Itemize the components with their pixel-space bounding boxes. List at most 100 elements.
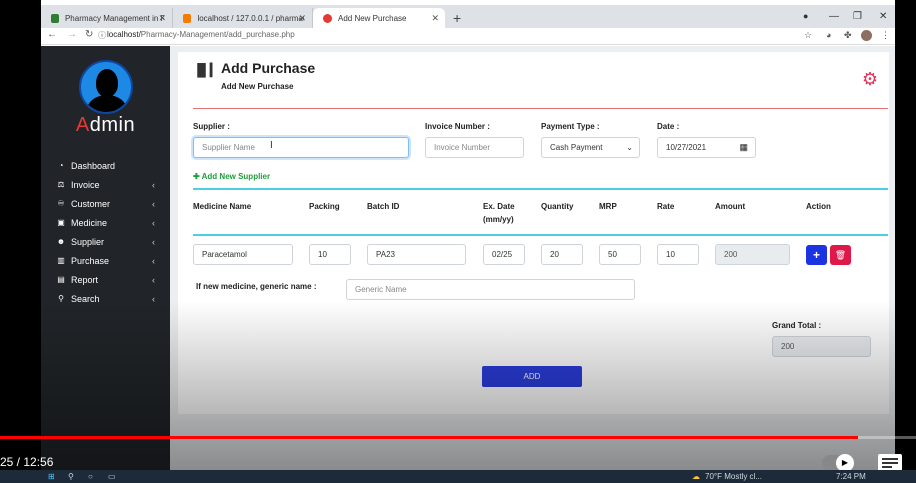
autoplay-toggle[interactable]: ▶ [822, 454, 854, 472]
header-batch-id: Batch ID [367, 202, 400, 211]
sidebar-item-purchase[interactable]: ▥ Purchase ‹ [55, 251, 165, 270]
date-label: Date : [657, 122, 680, 131]
tab-pharmacy-php[interactable]: Pharmacy Management in PHP ✕ [41, 8, 173, 28]
captions-icon[interactable] [878, 454, 902, 471]
weather-icon: ☁ [692, 472, 700, 481]
video-progress-fill[interactable] [0, 436, 859, 439]
page-subtitle: Add New Purchase [221, 82, 294, 91]
delete-row-button[interactable]: 🗑 [830, 245, 851, 265]
payment-type-label: Payment Type : [541, 122, 600, 131]
calendar-icon[interactable]: ▦ [739, 142, 748, 153]
address-bar-row: ← → ↻ ⓘ localhost/Pharmacy-Management/ad… [41, 28, 895, 45]
chevron-left-icon: ‹ [152, 179, 155, 190]
reload-icon[interactable]: ↻ [85, 29, 93, 40]
text-cursor-icon: I [270, 140, 273, 151]
header-quantity: Quantity [541, 202, 574, 211]
sidebar-item-dashboard[interactable]: ◔ Dashboard [55, 156, 165, 175]
url-field[interactable]: localhost/Pharmacy-Management/add_purcha… [107, 30, 295, 39]
chevron-left-icon: ‹ [152, 293, 155, 304]
sidebar-item-invoice[interactable]: ⚖ Invoice ‹ [55, 175, 165, 194]
tab-phpmyadmin[interactable]: localhost / 127.0.0.1 / pharmacy ✕ [173, 8, 313, 28]
chevron-left-icon: ‹ [152, 255, 155, 266]
handshake-icon: ♾ [57, 199, 65, 208]
add-purchase-button[interactable]: ADD [482, 366, 582, 387]
add-row-button[interactable]: + [806, 245, 827, 265]
leaf-icon [51, 13, 59, 23]
grand-total-field: 200 [772, 336, 871, 357]
date-input[interactable]: 10/27/2021 ▦ [657, 137, 756, 158]
add-new-supplier-link[interactable]: ✚ Add New Supplier [193, 172, 270, 181]
profile-avatar[interactable] [861, 30, 872, 41]
close-icon[interactable]: ✕ [298, 13, 306, 24]
gear-icon[interactable]: ⚙ [860, 69, 880, 89]
record-icon[interactable]: ● [803, 11, 808, 21]
expiry-date-input[interactable]: 02/25 [483, 244, 525, 265]
sidebar-item-search[interactable]: ⚲ Search ‹ [55, 289, 165, 308]
chevron-left-icon: ‹ [152, 236, 155, 247]
windows-taskbar: ⊞ ⚲ ○ ▭ ☁ 70°F Mostly cl... 7:24 PM [0, 470, 916, 483]
restore-icon[interactable]: ❐ [853, 11, 862, 22]
header-amount: Amount [715, 202, 746, 211]
header-action: Action [806, 202, 831, 211]
sidebar-item-medicine[interactable]: ▣ Medicine ‹ [55, 213, 165, 232]
packing-input[interactable]: 10 [309, 244, 351, 265]
browser-window: Pharmacy Management in PHP ✕ localhost /… [41, 0, 895, 470]
sidebar-item-customer[interactable]: ♾ Customer ‹ [55, 194, 165, 213]
sidebar-menu: ◔ Dashboard ⚖ Invoice ‹ ♾ Customer ‹ ▣ M… [55, 156, 165, 308]
plus-icon: + [812, 248, 820, 262]
dashboard-icon: ◔ [58, 161, 64, 170]
header-ex-date: Ex. Date (mm/yy) [483, 202, 515, 224]
rate-input[interactable]: 10 [657, 244, 699, 265]
task-view-icon[interactable]: ▭ [108, 472, 116, 481]
windows-start-icon[interactable]: ⊞ [48, 472, 55, 481]
header-packing: Packing [309, 202, 340, 211]
minimize-icon[interactable]: — [829, 11, 839, 22]
bar-chart-icon: ▥ [57, 256, 65, 265]
new-tab-button[interactable]: + [453, 10, 461, 26]
users-icon: ☻ [56, 237, 66, 246]
close-window-icon[interactable]: ✕ [879, 11, 887, 22]
back-icon[interactable]: ← [47, 29, 57, 40]
payment-type-select[interactable]: Cash Payment ⌄ [541, 137, 640, 158]
generic-name-input[interactable]: Generic Name [346, 279, 635, 300]
tab-add-new-purchase[interactable]: Add New Purchase ✕ [313, 8, 445, 28]
balance-scale-icon: ⚖ [57, 180, 65, 189]
purchase-card: ▐▌▎ Add Purchase Add New Purchase ⚙ Supp… [178, 52, 889, 414]
grand-total-label: Grand Total : [772, 321, 822, 330]
menu-kebab-icon[interactable]: ⋮ [881, 30, 890, 41]
color-extension-icon[interactable]: ◕ [826, 30, 831, 40]
supplier-name-input[interactable]: Supplier Name [193, 137, 409, 158]
close-icon[interactable]: ✕ [158, 13, 166, 24]
page-title: Add Purchase [221, 60, 316, 76]
invoice-number-label: Invoice Number : [425, 122, 490, 131]
info-icon[interactable]: ⓘ [98, 30, 106, 41]
phpmyadmin-icon [183, 13, 192, 23]
cortana-icon[interactable]: ○ [88, 472, 93, 481]
close-icon[interactable]: ✕ [431, 13, 439, 24]
shopping-bag-icon: ▣ [57, 218, 65, 227]
quantity-input[interactable]: 20 [541, 244, 583, 265]
forward-icon[interactable]: → [67, 29, 77, 40]
book-icon: ▤ [57, 275, 65, 284]
batch-id-input[interactable]: PA23 [367, 244, 466, 265]
invoice-number-input[interactable]: Invoice Number [425, 137, 524, 158]
chevron-down-icon: ⌄ [626, 143, 633, 152]
pharmacy-icon [323, 13, 332, 23]
sidebar: Admin ◔ Dashboard ⚖ Invoice ‹ ♾ Customer… [41, 46, 170, 470]
extensions-puzzle-icon[interactable]: ✤ [844, 30, 852, 41]
sidebar-item-supplier[interactable]: ☻ Supplier ‹ [55, 232, 165, 251]
search-icon[interactable]: ⚲ [68, 472, 74, 481]
header-mrp: MRP [599, 202, 617, 211]
sidebar-item-report[interactable]: ▤ Report ‹ [55, 270, 165, 289]
trash-icon: 🗑 [834, 250, 847, 260]
plus-icon: ✚ [193, 172, 202, 181]
medicine-name-input[interactable]: Paracetamol [193, 244, 293, 265]
bookmark-star-icon[interactable]: ☆ [804, 30, 812, 41]
bar-chart-icon: ▐▌▎ [193, 63, 220, 77]
chevron-left-icon: ‹ [152, 217, 155, 228]
weather-text: 70°F Mostly cl... [705, 472, 762, 481]
mrp-input[interactable]: 50 [599, 244, 641, 265]
header-rate: Rate [657, 202, 675, 211]
section-divider [193, 188, 888, 190]
header-divider [193, 108, 888, 109]
